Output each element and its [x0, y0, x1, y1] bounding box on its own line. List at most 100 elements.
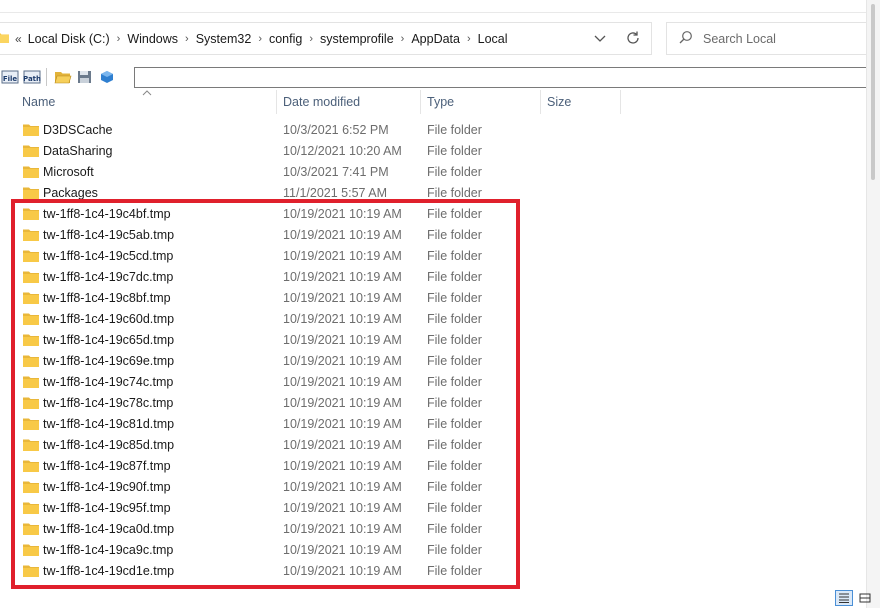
save-disk-icon[interactable] — [75, 68, 95, 86]
scrollbar-thumb[interactable] — [871, 4, 875, 180]
date-modified: 10/3/2021 7:41 PM — [283, 165, 389, 179]
breadcrumb-overflow[interactable]: « — [15, 32, 22, 46]
folder-icon — [23, 375, 39, 391]
breadcrumb-item[interactable]: Local Disk (C:) — [28, 32, 110, 46]
breadcrumb-item[interactable]: config — [269, 32, 302, 46]
file-type: File folder — [427, 564, 482, 578]
file-name: tw-1ff8-1c4-19c5cd.tmp — [43, 249, 174, 263]
breadcrumb-item[interactable]: System32 — [196, 32, 252, 46]
chevron-down-icon[interactable] — [593, 31, 607, 45]
date-modified: 10/19/2021 10:19 AM — [283, 270, 402, 284]
file-row[interactable]: tw-1ff8-1c4-19c7dc.tmp 10/19/2021 10:19 A… — [0, 267, 866, 288]
column-header-date[interactable]: Date modified — [283, 90, 360, 114]
column-header-type[interactable]: Type — [427, 90, 454, 114]
file-button[interactable]: File — [0, 68, 20, 86]
file-row[interactable]: Packages 11/1/2021 5:57 AM File folder — [0, 183, 866, 204]
breadcrumb-item[interactable]: AppData — [411, 32, 460, 46]
file-list: D3DSCache 10/3/2021 6:52 PM File folder Dat… — [0, 120, 866, 582]
file-row[interactable]: tw-1ff8-1c4-19c90f.tmp 10/19/2021 10:19 A… — [0, 477, 866, 498]
breadcrumb-item[interactable]: systemprofile — [320, 32, 394, 46]
file-type: File folder — [427, 354, 482, 368]
folder-icon — [23, 291, 39, 307]
command-input[interactable] — [134, 67, 878, 88]
file-row[interactable]: Microsoft 10/3/2021 7:41 PM File folder — [0, 162, 866, 183]
cube-icon[interactable] — [97, 68, 117, 86]
file-row[interactable]: tw-1ff8-1c4-19c4bf.tmp 10/19/2021 10:19 A… — [0, 204, 866, 225]
folder-icon — [23, 480, 39, 496]
folder-icon — [23, 333, 39, 349]
file-name: tw-1ff8-1c4-19c60d.tmp — [43, 312, 175, 326]
file-row[interactable]: tw-1ff8-1c4-19c95f.tmp 10/19/2021 10:19 A… — [0, 498, 866, 519]
details-view-button[interactable] — [835, 590, 853, 606]
file-row[interactable]: tw-1ff8-1c4-19c81d.tmp 10/19/2021 10:19 A… — [0, 414, 866, 435]
address-bar[interactable]: « Local Disk (C:) › Windows › System32 › confi… — [0, 22, 652, 55]
file-type: File folder — [427, 312, 482, 326]
folder-icon — [23, 270, 39, 286]
file-row[interactable]: tw-1ff8-1c4-19c60d.tmp 10/19/2021 10:19 A… — [0, 309, 866, 330]
file-name: tw-1ff8-1c4-19cd1e.tmp — [43, 564, 175, 578]
file-type: File folder — [427, 522, 482, 536]
file-type: File folder — [427, 249, 482, 263]
file-type: File folder — [427, 543, 482, 557]
file-row[interactable]: tw-1ff8-1c4-19c85d.tmp 10/19/2021 10:19 A… — [0, 435, 866, 456]
folder-icon — [23, 564, 39, 580]
file-row[interactable]: tw-1ff8-1c4-19ca9c.tmp 10/19/2021 10:19 A… — [0, 540, 866, 561]
file-row[interactable]: tw-1ff8-1c4-19c78c.tmp 10/19/2021 10:19 A… — [0, 393, 866, 414]
file-name: tw-1ff8-1c4-19c81d.tmp — [43, 417, 175, 431]
file-name: tw-1ff8-1c4-19c4bf.tmp — [43, 207, 171, 221]
chevron-right-icon[interactable]: › — [467, 33, 471, 45]
column-header-size[interactable]: Size — [547, 90, 571, 114]
file-row[interactable]: D3DSCache 10/3/2021 6:52 PM File folder — [0, 120, 866, 141]
date-modified: 10/19/2021 10:19 AM — [283, 396, 402, 410]
file-type: File folder — [427, 207, 482, 221]
folder-icon — [23, 438, 39, 454]
search-box[interactable]: Search Local — [666, 22, 867, 55]
folder-icon — [23, 144, 39, 160]
path-button[interactable]: Path — [22, 68, 42, 86]
file-name: tw-1ff8-1c4-19c85d.tmp — [43, 438, 175, 452]
file-name: DataSharing — [43, 144, 113, 158]
file-name: tw-1ff8-1c4-19c95f.tmp — [43, 501, 171, 515]
chevron-right-icon[interactable]: › — [117, 33, 121, 45]
column-divider[interactable] — [540, 90, 541, 114]
file-row[interactable]: tw-1ff8-1c4-19c65d.tmp 10/19/2021 10:19 A… — [0, 330, 866, 351]
file-type: File folder — [427, 501, 482, 515]
column-divider[interactable] — [620, 90, 621, 114]
folder-icon — [23, 228, 39, 244]
file-row[interactable]: tw-1ff8-1c4-19c5ab.tmp 10/19/2021 10:19 A… — [0, 225, 866, 246]
date-modified: 10/19/2021 10:19 AM — [283, 249, 402, 263]
column-divider[interactable] — [276, 90, 277, 114]
date-modified: 10/19/2021 10:19 AM — [283, 228, 402, 242]
tiles-view-button[interactable] — [856, 590, 874, 606]
file-name: tw-1ff8-1c4-19ca0d.tmp — [43, 522, 175, 536]
file-row[interactable]: tw-1ff8-1c4-19ca0d.tmp 10/19/2021 10:19 A… — [0, 519, 866, 540]
file-row[interactable]: DataSharing 10/12/2021 10:20 AM File folde… — [0, 141, 866, 162]
file-row[interactable]: tw-1ff8-1c4-19c8bf.tmp 10/19/2021 10:19 A… — [0, 288, 866, 309]
breadcrumb-item[interactable]: Windows — [127, 32, 178, 46]
file-name: tw-1ff8-1c4-19c69e.tmp — [43, 354, 175, 368]
date-modified: 10/19/2021 10:19 AM — [283, 438, 402, 452]
file-name: tw-1ff8-1c4-19c78c.tmp — [43, 396, 174, 410]
breadcrumb-item[interactable]: Local — [478, 32, 508, 46]
file-row[interactable]: tw-1ff8-1c4-19cd1e.tmp 10/19/2021 10:19 A… — [0, 561, 866, 582]
open-folder-icon[interactable] — [53, 68, 73, 86]
vertical-scrollbar[interactable] — [866, 0, 880, 608]
column-divider[interactable] — [420, 90, 421, 114]
file-name: tw-1ff8-1c4-19ca9c.tmp — [43, 543, 174, 557]
file-name: tw-1ff8-1c4-19c90f.tmp — [43, 480, 171, 494]
date-modified: 10/19/2021 10:19 AM — [283, 375, 402, 389]
search-input[interactable]: Search Local — [703, 32, 776, 46]
file-row[interactable]: tw-1ff8-1c4-19c5cd.tmp 10/19/2021 10:19 A… — [0, 246, 866, 267]
chevron-right-icon[interactable]: › — [185, 33, 189, 45]
file-type: File folder — [427, 123, 482, 137]
file-row[interactable]: tw-1ff8-1c4-19c87f.tmp 10/19/2021 10:19 A… — [0, 456, 866, 477]
file-row[interactable]: tw-1ff8-1c4-19c69e.tmp 10/19/2021 10:19 A… — [0, 351, 866, 372]
folder-icon — [23, 543, 39, 559]
chevron-right-icon[interactable]: › — [258, 33, 262, 45]
file-name: Microsoft — [43, 165, 94, 179]
chevron-right-icon[interactable]: › — [309, 33, 313, 45]
file-row[interactable]: tw-1ff8-1c4-19c74c.tmp 10/19/2021 10:19 A… — [0, 372, 866, 393]
column-header-name[interactable]: Name — [22, 90, 55, 114]
refresh-icon[interactable] — [625, 30, 641, 46]
chevron-right-icon[interactable]: › — [401, 33, 405, 45]
